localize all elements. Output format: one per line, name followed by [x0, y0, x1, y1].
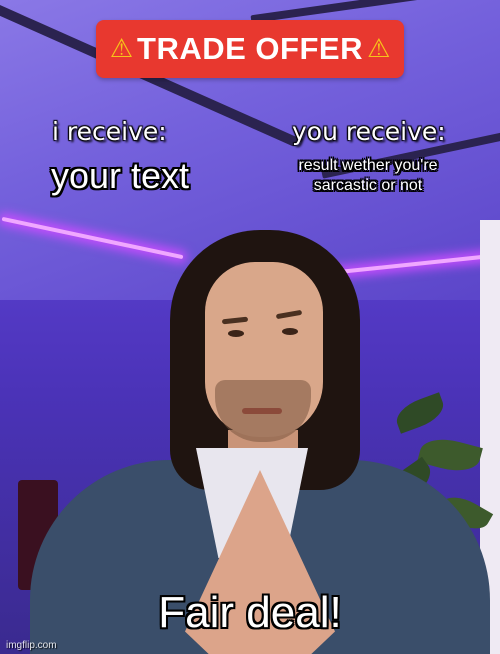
imgflip-watermark: imgflip.com	[6, 640, 57, 651]
trade-offer-banner: ⚠ TRADE OFFER ⚠	[96, 20, 404, 78]
caption-right: result wether you're sarcastic or not	[298, 157, 438, 194]
i-receive-label: i receive:	[52, 117, 167, 146]
caption-bottom: Fair deal!	[158, 588, 342, 637]
banner-title: TRADE OFFER	[137, 31, 363, 66]
warning-triangle-icon: ⚠	[109, 34, 134, 64]
right-eye	[282, 328, 298, 335]
caption-left: your text	[50, 155, 190, 196]
you-receive-label: you receive:	[292, 117, 446, 146]
left-eye	[228, 330, 244, 337]
meme-image: ⚠ TRADE OFFER ⚠ i receive: you receive: …	[0, 0, 500, 654]
warning-triangle-icon: ⚠	[366, 34, 391, 64]
plant-leaf	[392, 392, 448, 434]
mouth	[242, 408, 282, 414]
